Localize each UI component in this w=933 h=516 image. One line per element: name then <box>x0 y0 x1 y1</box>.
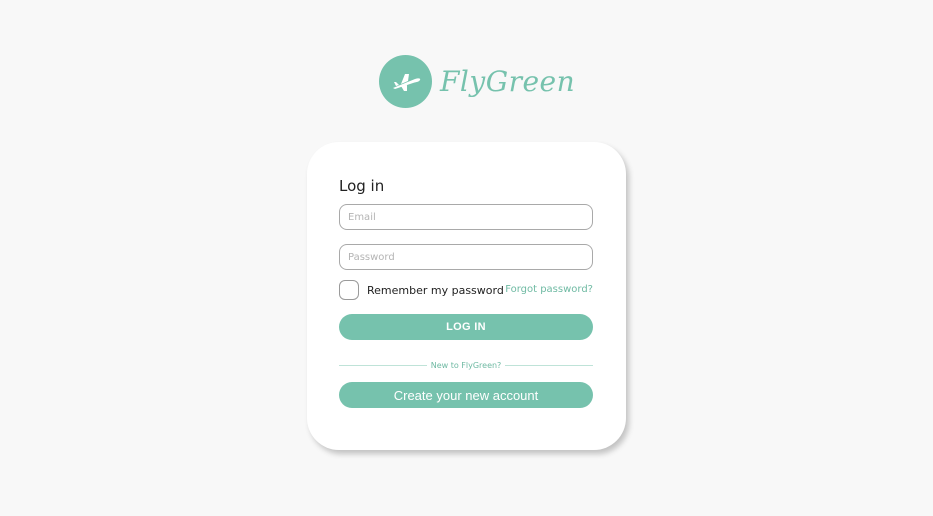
divider: New to FlyGreen? <box>339 358 594 372</box>
remember-checkbox[interactable] <box>339 280 359 300</box>
login-card: Log in Remember my password Forgot passw… <box>307 142 626 450</box>
password-field[interactable] <box>339 244 593 270</box>
email-field[interactable] <box>339 204 593 230</box>
create-account-button[interactable]: Create your new account <box>339 382 593 408</box>
divider-line-left <box>339 364 427 366</box>
forgot-password-link[interactable]: Forgot password? <box>505 284 593 295</box>
brand: FlyGreen <box>379 54 575 108</box>
airplane-icon <box>379 54 432 108</box>
remember-label: Remember my password <box>367 283 504 297</box>
login-button[interactable]: LOG IN <box>339 314 593 340</box>
divider-line-right <box>505 364 594 366</box>
login-title: Log in <box>339 177 385 195</box>
login-page: FlyGreen Log in Remember my password For… <box>0 0 933 516</box>
divider-text: New to FlyGreen? <box>430 360 502 370</box>
brand-name: FlyGreen <box>440 64 576 98</box>
remember-row: Remember my password <box>339 280 504 300</box>
